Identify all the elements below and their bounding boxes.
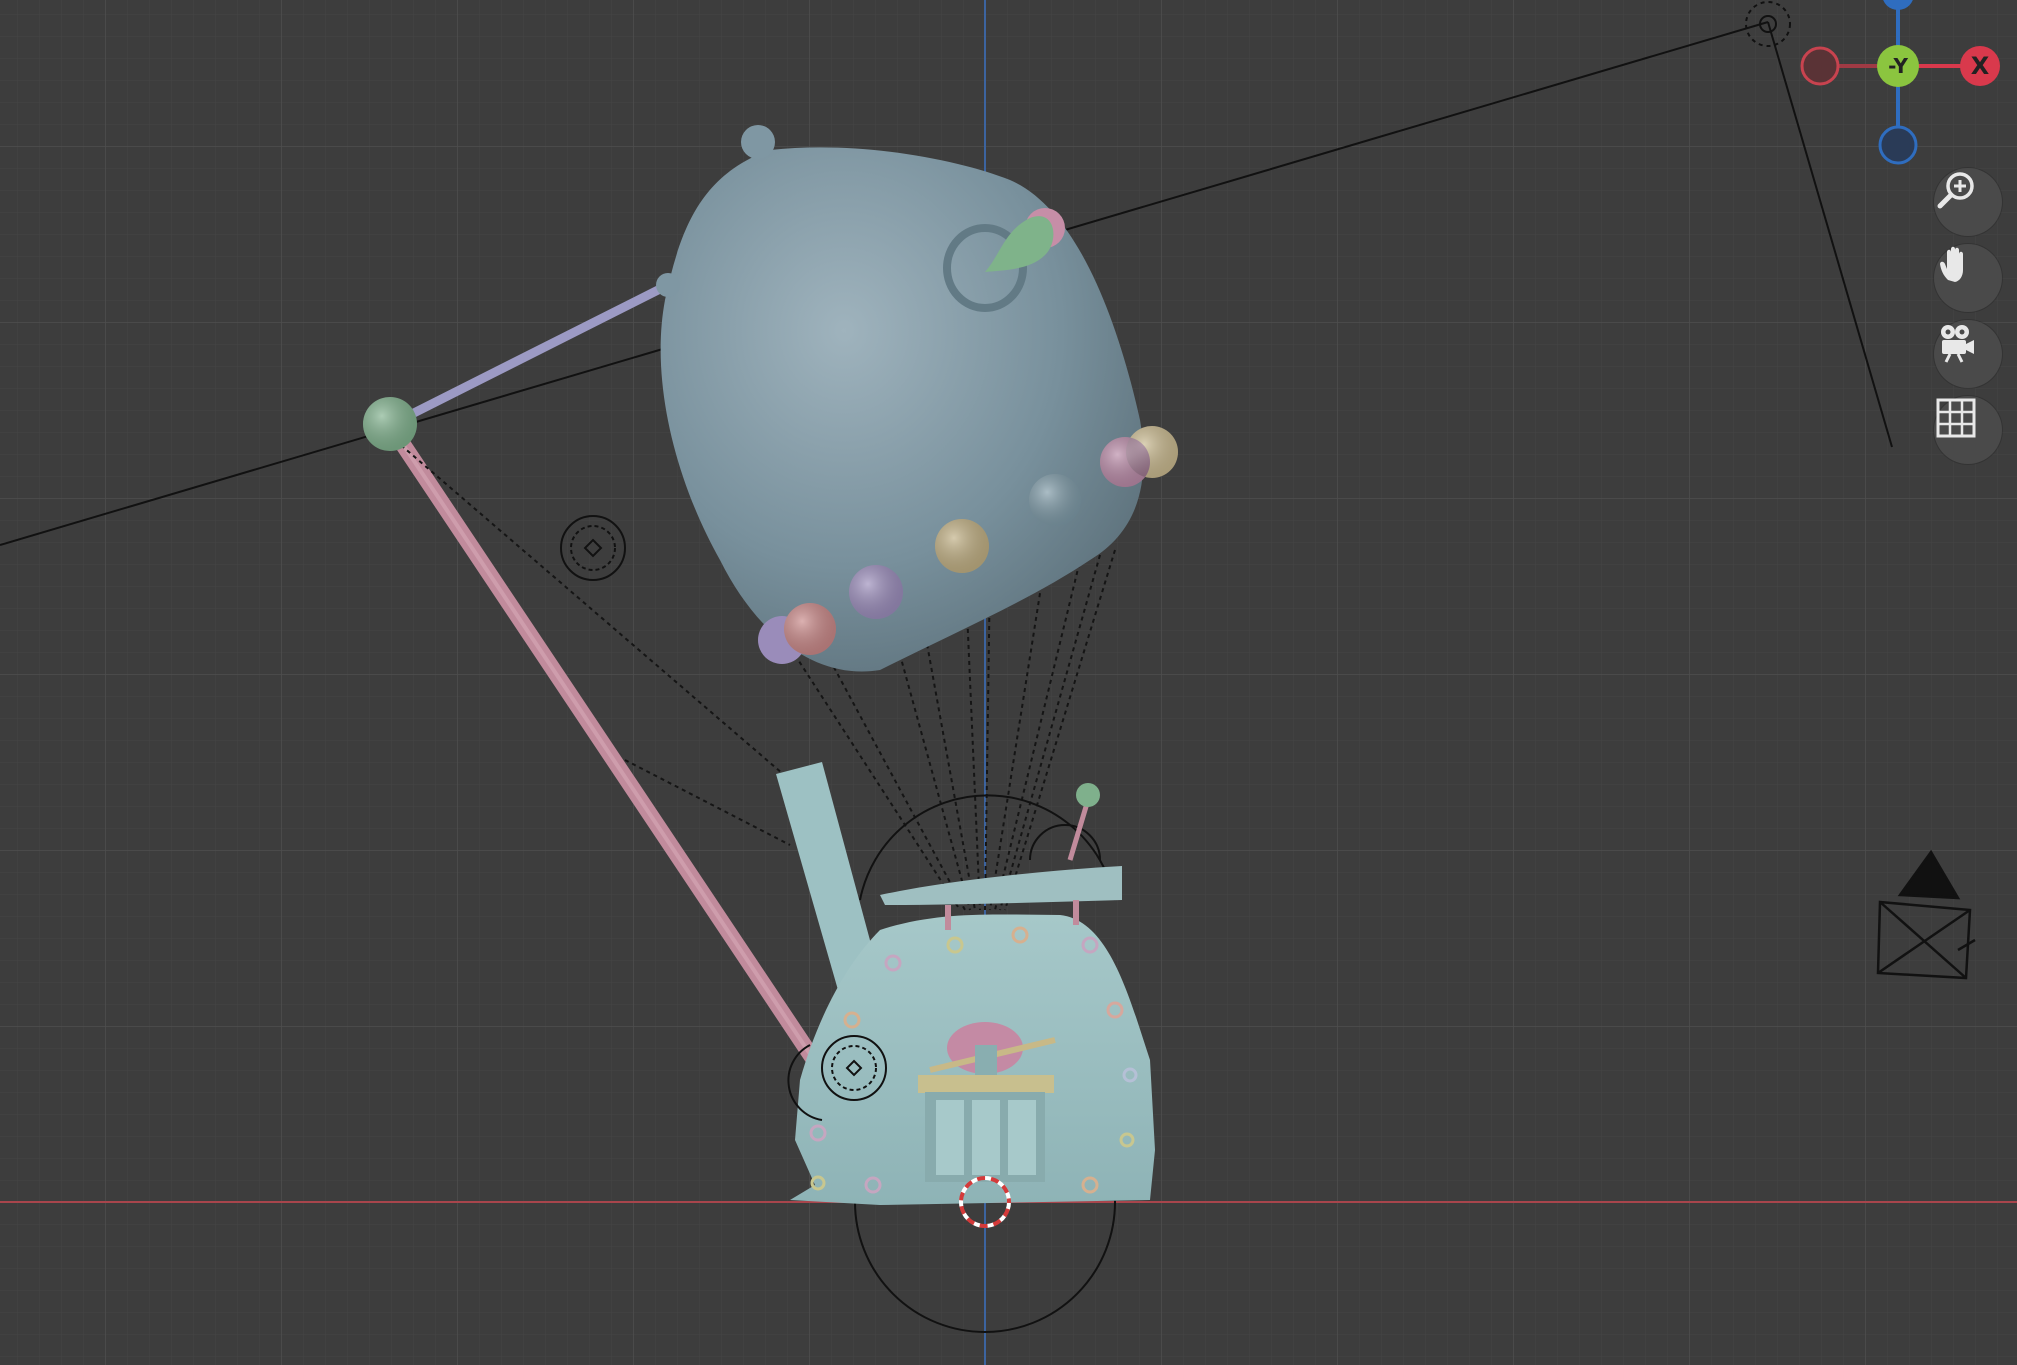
hand-icon (1940, 246, 1963, 282)
3d-viewport[interactable]: X -Y (0, 0, 2017, 1365)
camera-icon (1941, 325, 1974, 363)
zoom-in-icon (1937, 172, 1974, 209)
gizmo-neg-x-handle[interactable] (1800, 46, 1840, 86)
camera-view-button[interactable] (1934, 320, 2002, 388)
zoom-button[interactable] (1934, 168, 2002, 236)
pan-button[interactable] (1934, 244, 2002, 312)
vehicle-grill (925, 1092, 1045, 1182)
gizmo-neg-y-label: -Y (1888, 54, 1908, 78)
grill-frame (918, 1075, 1054, 1093)
gizmo-x-label: X (1970, 52, 1990, 80)
antenna-knob (1076, 783, 1100, 807)
gizmo-neg-z-handle[interactable] (1878, 125, 1918, 165)
balloon-top-knob (741, 125, 775, 159)
viewport-canvas[interactable] (0, 0, 2017, 1365)
ortho-toggle-button[interactable] (1934, 396, 2002, 464)
grid-icon (1936, 398, 1976, 438)
